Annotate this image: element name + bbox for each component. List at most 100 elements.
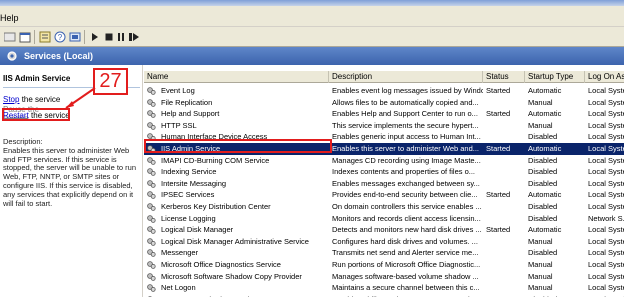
table-row[interactable]: IMAPI CD-Burning COM Service Manages CD r… xyxy=(144,155,624,167)
table-row[interactable]: Messenger Transmits net send and Alerter … xyxy=(144,247,624,259)
cell-logon-as: Local System xyxy=(588,271,624,281)
cell-description: Run portions of Microsoft Office Diagnos… xyxy=(332,260,481,269)
cell-status xyxy=(483,247,525,259)
start-service-icon[interactable] xyxy=(88,30,102,44)
column-header-startup-type[interactable]: Startup Type xyxy=(525,71,585,83)
cell-status xyxy=(483,155,525,167)
service-gear-icon xyxy=(147,179,156,188)
cell-startup-type: Automatic xyxy=(528,86,562,95)
cell-logon-as: Network S... xyxy=(588,213,624,223)
service-gear-icon xyxy=(147,191,156,200)
cell-startup-type: Disabled xyxy=(528,248,558,258)
cell-description: Maintains a secure channel between this … xyxy=(332,283,480,293)
service-title: IIS Admin Service xyxy=(3,74,71,83)
service-gear-icon xyxy=(147,272,156,281)
toolbar-properties-icon[interactable] xyxy=(38,30,52,44)
toolbar-help-icon[interactable]: ? xyxy=(53,30,67,44)
cell-status: Started xyxy=(486,109,511,119)
cell-name: Indexing Service xyxy=(161,167,217,177)
cell-name: Messenger xyxy=(161,248,199,258)
service-gear-icon xyxy=(147,284,156,292)
cell-startup-type: Disabled xyxy=(528,155,558,165)
table-header: Name Description Status Startup Type Log… xyxy=(144,71,624,83)
stop-line: Stop the service xyxy=(3,95,60,104)
cell-status xyxy=(483,201,525,213)
column-header-description[interactable]: Description xyxy=(329,71,483,83)
table-row[interactable]: Net Logon Maintains a secure channel betw… xyxy=(144,282,624,294)
pause-service-icon[interactable] xyxy=(114,30,128,44)
column-header-logon[interactable]: Log On As xyxy=(585,71,624,83)
cell-startup-type: Disabled xyxy=(528,167,558,177)
cell-description: Manages software-based volume shadow ... xyxy=(332,271,479,281)
table-row[interactable]: Indexing Service Indexes contents and pro… xyxy=(144,166,624,178)
cell-description: Configures hard disk drives and volumes.… xyxy=(332,236,478,246)
cell-description: Provides end-to-end security between cli… xyxy=(332,190,478,200)
table-row[interactable]: License Logging Monitors and records clie… xyxy=(144,213,624,225)
toolbar-back-icon[interactable] xyxy=(3,30,17,44)
cell-name: Microsoft Office Diagnostics Service xyxy=(161,260,281,269)
service-gear-icon xyxy=(147,98,156,107)
table-row[interactable]: Microsoft Office Diagnostics Service Run … xyxy=(144,259,624,271)
cell-description: Indexes contents and properties of files… xyxy=(332,167,476,177)
cell-startup-type: Automatic xyxy=(528,190,562,200)
table-row[interactable]: IPSEC Services Provides end-to-end securi… xyxy=(144,189,624,201)
toolbar-console-tree-icon[interactable] xyxy=(18,30,32,44)
cell-description: Manages CD recording using Image Maste..… xyxy=(332,155,481,165)
cell-name: Intersite Messaging xyxy=(161,178,227,188)
cell-startup-type: Manual xyxy=(528,236,553,246)
cell-startup-type: Manual xyxy=(528,260,553,269)
cell-name: Event Log xyxy=(161,86,195,95)
cell-startup-type: Disabled xyxy=(528,202,558,211)
cell-name: Logical Disk Manager Administrative Serv… xyxy=(161,236,309,246)
cell-logon-as: Local System xyxy=(588,155,624,165)
cell-status: Started xyxy=(486,190,511,200)
cell-logon-as: Local System xyxy=(588,144,624,153)
selected-row-highlight-box xyxy=(144,139,332,153)
gear-icon xyxy=(7,51,17,61)
cell-startup-type: Disabled xyxy=(528,178,558,188)
service-gear-icon xyxy=(147,156,156,165)
cell-startup-type: Disabled xyxy=(528,132,558,142)
service-gear-icon xyxy=(147,237,156,246)
restart-service-icon[interactable] xyxy=(127,30,141,44)
menu-help[interactable]: Help xyxy=(0,13,19,23)
cell-logon-as: Local System xyxy=(588,283,624,293)
cell-logon-as: Local System xyxy=(588,132,624,142)
cell-logon-as: Local System xyxy=(588,178,624,188)
service-description: Description: Enables this server to admi… xyxy=(3,137,139,208)
extended-view-panel: IIS Admin Service Stop the service Pause… xyxy=(0,65,143,297)
table-row[interactable]: HTTP SSL This service implements the secu… xyxy=(144,120,624,132)
cell-name: HTTP SSL xyxy=(161,120,197,130)
table-row[interactable]: Microsoft Software Shadow Copy Provider M… xyxy=(144,271,624,283)
page-title: Services (Local) xyxy=(24,51,94,61)
column-header-name[interactable]: Name xyxy=(144,71,329,83)
service-gear-icon xyxy=(147,110,156,118)
cell-name: IMAPI CD-Burning COM Service xyxy=(161,155,270,165)
cell-status xyxy=(483,213,525,225)
table-row[interactable]: Event Log Enables event log messages issu… xyxy=(144,85,624,97)
cell-logon-as: Local System xyxy=(588,190,624,200)
toolbar-export-icon[interactable] xyxy=(68,30,82,44)
window-title-strip xyxy=(0,0,624,6)
stop-service-link[interactable]: Stop xyxy=(3,95,19,104)
cell-description: This service implements the secure hyper… xyxy=(332,120,479,130)
cell-status xyxy=(483,178,525,190)
table-row[interactable]: Logical Disk Manager Detects and monitors… xyxy=(144,224,624,236)
service-gear-icon xyxy=(147,168,156,176)
table-row[interactable]: Kerberos Key Distribution Center On domai… xyxy=(144,201,624,213)
cell-status xyxy=(483,120,525,132)
cell-startup-type: Automatic xyxy=(528,109,562,119)
cell-name: Net Logon xyxy=(161,283,196,293)
table-row[interactable]: File Replication Allows files to be autom… xyxy=(144,97,624,109)
cell-status xyxy=(483,259,525,271)
service-gear-icon xyxy=(147,226,156,234)
cell-status xyxy=(483,166,525,178)
table-row[interactable]: Intersite Messaging Enables messages exch… xyxy=(144,178,624,190)
column-header-status[interactable]: Status xyxy=(483,71,525,83)
menu-bar: Help xyxy=(0,0,624,27)
cell-logon-as: Local System xyxy=(588,120,624,130)
table-row[interactable]: Logical Disk Manager Administrative Serv… xyxy=(144,236,624,248)
table-row[interactable]: Help and Support Enables Help and Support… xyxy=(144,108,624,120)
cell-description: Enables messages exchanged between sy... xyxy=(332,178,480,188)
cell-logon-as: Local System xyxy=(588,225,624,235)
